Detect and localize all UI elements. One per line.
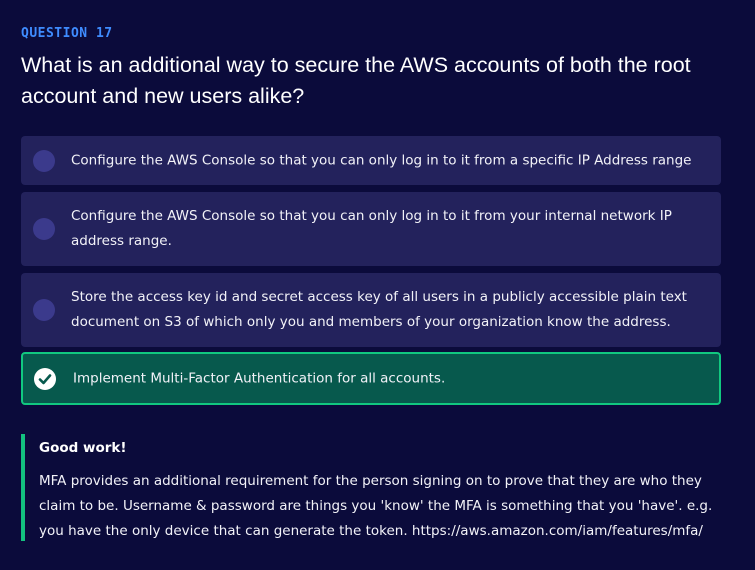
feedback-panel: Good work! MFA provides an additional re… <box>21 434 725 541</box>
radio-button[interactable] <box>33 299 55 321</box>
answer-option-text: Store the access key id and secret acces… <box>71 289 687 330</box>
radio-button[interactable] <box>33 218 55 240</box>
answer-option-text: Configure the AWS Console so that you ca… <box>71 208 672 249</box>
feedback-title: Good work! <box>39 440 127 456</box>
answer-option-text: Implement Multi-Factor Authentication fo… <box>73 370 446 386</box>
answer-option-3[interactable]: Store the access key id and secret acces… <box>21 273 721 347</box>
question-title: What is an additional way to secure the … <box>21 53 691 108</box>
answer-option-1[interactable]: Configure the AWS Console so that you ca… <box>21 136 721 185</box>
answer-option-4[interactable]: Implement Multi-Factor Authentication fo… <box>21 352 721 405</box>
question-number: QUESTION 17 <box>21 26 113 41</box>
answer-option-text: Configure the AWS Console so that you ca… <box>71 152 692 168</box>
feedback-body: MFA provides an additional requirement f… <box>39 473 713 539</box>
radio-button[interactable] <box>33 149 55 172</box>
checkmark-icon <box>38 373 52 384</box>
answer-option-2[interactable]: Configure the AWS Console so that you ca… <box>21 192 721 266</box>
radio-button-checked[interactable] <box>34 367 56 390</box>
